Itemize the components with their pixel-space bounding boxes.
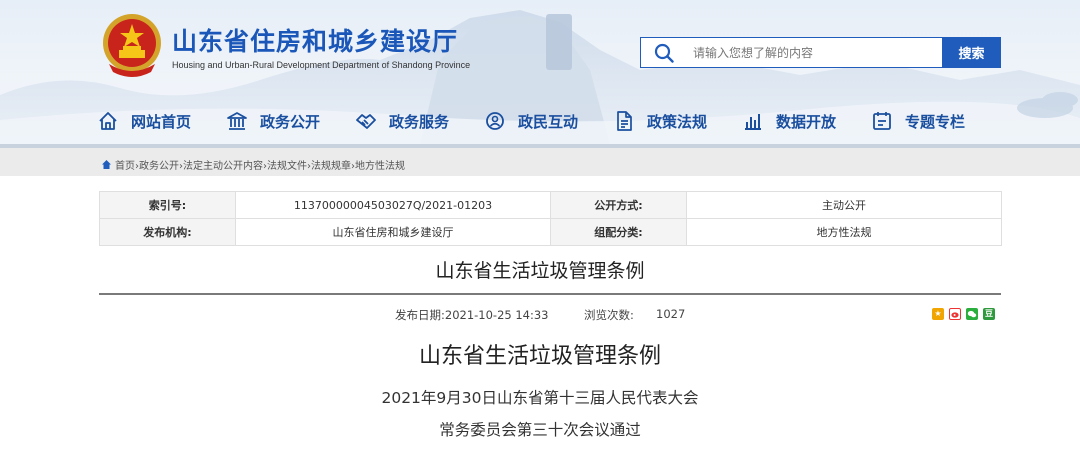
nav-item-open-data[interactable]: 数据开放: [742, 107, 836, 135]
nav-item-label: 政务服务: [389, 112, 450, 131]
handshake-icon: [356, 114, 376, 129]
weibo-icon[interactable]: [949, 308, 961, 320]
nav-item-label: 政务公开: [260, 112, 321, 131]
site-title: 山东省住房和城乡建设厅: [172, 27, 459, 56]
topic-icon: [873, 112, 891, 130]
breadcrumb: 首页›政务公开›法定主动公开内容›法规文件›法规规章›地方性法规: [101, 157, 405, 172]
home-icon: [102, 160, 111, 169]
nav-item-label: 政民互动: [518, 112, 579, 131]
qzone-icon[interactable]: ★: [932, 308, 944, 320]
douban-icon[interactable]: 豆: [983, 308, 995, 320]
article-top-title: 山东省生活垃圾管理条例: [435, 260, 645, 282]
nav-item-policy[interactable]: 政策法规: [613, 107, 707, 135]
search-button[interactable]: 搜索: [942, 37, 1001, 68]
chart-icon: [745, 114, 761, 130]
table-row: 索引号: 11370000004503027Q/2021-01203 公开方式:…: [99, 191, 1002, 219]
publisher-label: 发布机构:: [99, 218, 236, 246]
document-info-table: 索引号: 11370000004503027Q/2021-01203 公开方式:…: [99, 191, 1002, 246]
views-label: 浏览次数:: [584, 308, 634, 322]
wechat-icon[interactable]: [966, 308, 978, 320]
nav-item-label: 数据开放: [776, 112, 837, 131]
open-mode-label: 公开方式:: [550, 191, 687, 219]
nav-item-label: 网站首页: [131, 112, 192, 131]
breadcrumb-text[interactable]: 首页›政务公开›法定主动公开内容›法规文件›法规规章›地方性法规: [115, 157, 405, 172]
article-main-title: 山东省生活垃圾管理条例: [418, 344, 661, 369]
national-emblem-icon: [103, 14, 161, 77]
index-label: 索引号:: [99, 191, 236, 219]
search-box: [640, 37, 942, 68]
search-icon: [654, 43, 674, 63]
publisher-value: 山东省住房和城乡建设厅: [235, 218, 551, 246]
category-label: 组配分类:: [550, 218, 687, 246]
title-divider: [99, 293, 1001, 295]
site-header: 山东省住房和城乡建设厅 Housing and Urban-Rural Deve…: [0, 0, 1080, 144]
wechat-glyph: [967, 310, 977, 318]
nav-item-interaction[interactable]: 政民互动: [484, 107, 578, 135]
nav-item-services[interactable]: 政务服务: [355, 107, 449, 135]
index-value: 11370000004503027Q/2021-01203: [235, 191, 551, 219]
search-input[interactable]: [693, 38, 933, 67]
nav-item-government-affairs[interactable]: 政务公开: [226, 107, 320, 135]
nav-item-home[interactable]: 网站首页: [97, 107, 191, 135]
article-subtitle-line-1: 2021年9月30日山东省第十三届人民代表大会: [381, 389, 699, 407]
nav-item-topics[interactable]: 专题专栏: [871, 107, 965, 135]
breadcrumb-bar: 首页›政务公开›法定主动公开内容›法规文件›法规规章›地方性法规: [0, 144, 1080, 176]
building-icon: [227, 112, 247, 130]
nav-item-label: 政策法规: [647, 112, 708, 131]
main-nav: 网站首页 政务公开 政务服务 政民互动 政策法规 数据开放 专题专栏: [0, 103, 1080, 139]
interaction-icon: [486, 112, 504, 130]
nav-item-label: 专题专栏: [905, 112, 966, 131]
weibo-glyph: [951, 312, 959, 318]
site-subtitle: Housing and Urban-Rural Development Depa…: [172, 60, 471, 70]
document-icon: [617, 111, 632, 131]
open-mode-value: 主动公开: [686, 191, 1002, 219]
home-icon: [99, 112, 117, 130]
publish-date: 发布日期:2021-10-25 14:33: [395, 308, 549, 322]
article-subtitle-line-2: 常务委员会第三十次会议通过: [439, 421, 641, 439]
category-value: 地方性法规: [686, 218, 1002, 246]
table-row: 发布机构: 山东省住房和城乡建设厅 组配分类: 地方性法规: [99, 218, 1002, 246]
views-count: 1027: [656, 307, 686, 321]
